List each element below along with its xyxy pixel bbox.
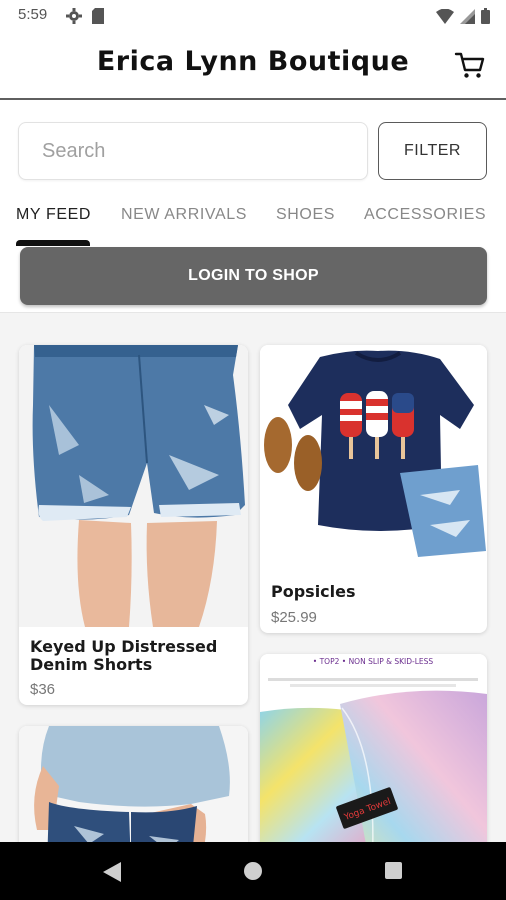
search-box xyxy=(18,122,368,180)
status-right-icons xyxy=(436,8,490,28)
product-card[interactable]: Popsicles $25.99 xyxy=(260,345,487,633)
product-image: • TOP2 • NON SLIP & SKID-LESS Yoga Towel xyxy=(260,654,487,842)
product-price: $36 xyxy=(30,681,56,698)
status-time: 5:59 xyxy=(18,6,48,23)
system-navigation-bar xyxy=(0,842,506,900)
filter-button[interactable]: FILTER xyxy=(378,122,487,180)
product-price: $25.99 xyxy=(271,609,317,626)
product-card[interactable]: • TOP2 • NON SLIP & SKID-LESS Yoga Towel xyxy=(260,654,487,842)
tab-my-feed[interactable]: MY FEED xyxy=(16,206,91,224)
signal-icon xyxy=(460,8,475,28)
product-banner-text: • TOP2 • NON SLIP & SKID-LESS xyxy=(313,657,434,666)
status-left-icons xyxy=(66,8,104,28)
cart-button[interactable] xyxy=(454,49,486,81)
active-tab-indicator xyxy=(16,240,90,246)
app-title: Erica Lynn Boutique xyxy=(96,46,410,77)
tab-shoes[interactable]: SHOES xyxy=(276,206,335,224)
tab-accessories[interactable]: ACCESSORIES xyxy=(364,206,486,224)
product-card[interactable]: Keyed Up Distressed Denim Shorts $36 xyxy=(19,345,248,705)
battery-icon xyxy=(481,8,490,28)
settings-icon xyxy=(66,8,82,28)
product-image xyxy=(19,345,248,627)
product-image xyxy=(19,726,248,842)
home-button[interactable] xyxy=(244,862,262,880)
product-card[interactable] xyxy=(19,726,248,842)
product-title: Keyed Up Distressed Denim Shorts xyxy=(30,638,217,674)
product-title: Popsicles xyxy=(271,582,356,601)
category-tabs: MY FEED NEW ARRIVALS SHOES ACCESSORIES xyxy=(0,196,506,246)
login-to-shop-button[interactable]: LOGIN TO SHOP xyxy=(20,247,487,305)
back-button[interactable] xyxy=(103,862,121,886)
wifi-icon xyxy=(436,8,454,28)
product-title-line-1: Keyed Up Distressed xyxy=(30,637,218,656)
app-bar: Erica Lynn Boutique xyxy=(0,32,506,100)
tab-new-arrivals[interactable]: NEW ARRIVALS xyxy=(121,206,247,224)
product-title-line-2: Denim Shorts xyxy=(30,655,153,674)
status-bar: 5:59 xyxy=(0,0,506,32)
product-image xyxy=(260,345,487,570)
recent-apps-button[interactable] xyxy=(385,862,402,879)
product-feed[interactable]: Keyed Up Distressed Denim Shorts $36 Pop… xyxy=(0,312,506,842)
search-input[interactable] xyxy=(19,123,367,179)
cart-icon xyxy=(454,52,485,78)
sd-card-icon xyxy=(92,8,104,28)
back-triangle-icon xyxy=(103,862,121,882)
